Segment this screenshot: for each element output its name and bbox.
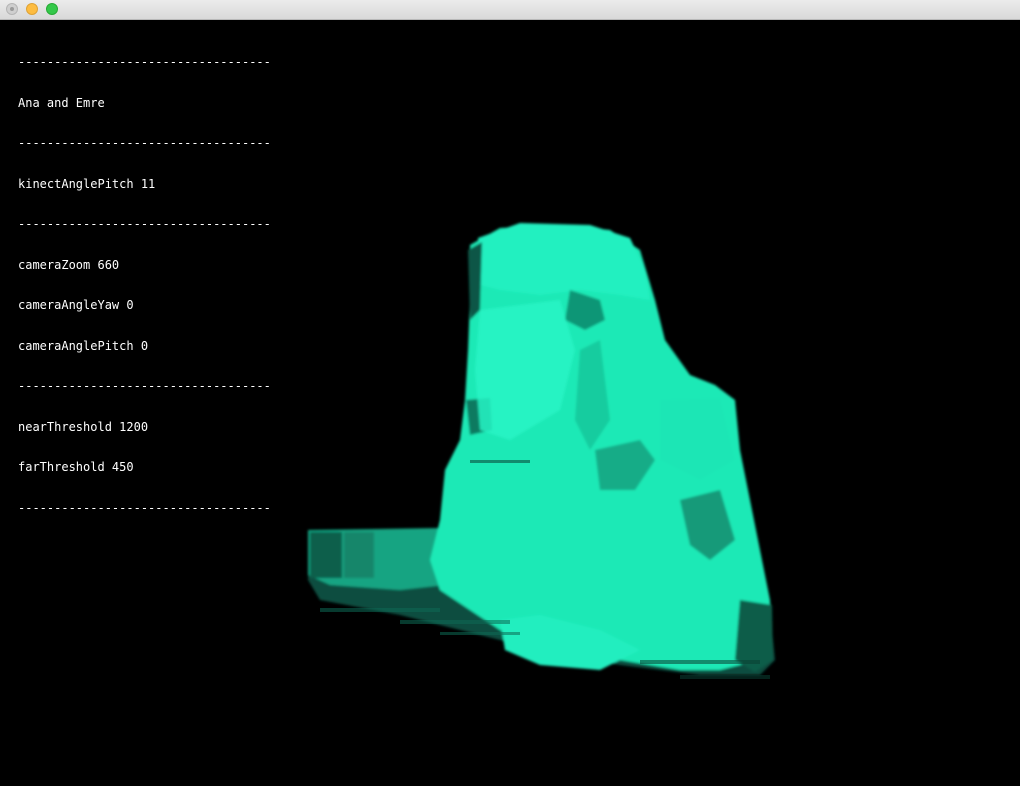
render-viewport[interactable]: ----------------------------------- Ana … <box>0 20 1020 786</box>
scanline <box>470 460 530 463</box>
minimize-window-button[interactable] <box>26 3 38 15</box>
hud-camera-zoom: cameraZoom 660 <box>18 257 120 272</box>
scanline <box>440 632 520 635</box>
hud-separator: ----------------------------------- <box>18 379 271 393</box>
debug-overlay: ----------------------------------- Ana … <box>18 29 271 542</box>
hud-separator: ----------------------------------- <box>18 136 271 150</box>
hud-kinect-angle-pitch: kinectAnglePitch 11 <box>18 176 156 191</box>
maximize-window-button[interactable] <box>46 3 58 15</box>
point-cloud-edge-left <box>468 242 482 320</box>
point-cloud-figures <box>308 223 775 675</box>
hud-camera-angle-yaw: cameraAngleYaw 0 <box>18 298 134 312</box>
hud-title: Ana and Emre <box>18 95 105 110</box>
hud-separator: ----------------------------------- <box>18 500 271 515</box>
scanline <box>680 675 770 679</box>
hud-separator: ----------------------------------- <box>18 55 271 69</box>
title-bar <box>0 0 1020 20</box>
point-cloud-arm-dark <box>310 532 342 578</box>
hud-separator: ----------------------------------- <box>18 217 271 231</box>
app-window: ----------------------------------- Ana … <box>0 0 1020 786</box>
point-cloud-head <box>478 223 650 300</box>
hud-camera-angle-pitch: cameraAnglePitch 0 <box>18 338 149 353</box>
close-window-button[interactable] <box>6 3 18 15</box>
scanline <box>400 620 510 624</box>
scanline <box>320 608 440 612</box>
point-cloud-arm-mid <box>344 532 374 578</box>
hud-far-threshold: farThreshold 450 <box>18 460 134 474</box>
hud-near-threshold: nearThreshold 1200 <box>18 419 149 434</box>
scanline <box>640 660 760 664</box>
